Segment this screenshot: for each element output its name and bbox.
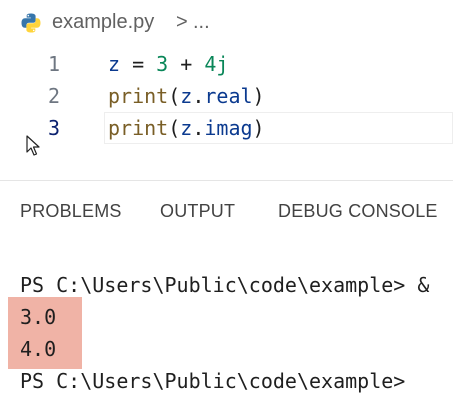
terminal-output-line: 3.0 (20, 305, 57, 329)
terminal-prompt: PS C:\Users\Public\code\example> (20, 369, 406, 393)
breadcrumb-ellipsis[interactable]: ... (193, 11, 210, 34)
tab-problems[interactable]: PROBLEMS (20, 201, 122, 222)
panel-tab-bar: PROBLEMS OUTPUT DEBUG CONSOLE (0, 181, 453, 241)
line-code: print(z.imag) (108, 116, 265, 140)
code-line-3[interactable]: 3 print(z.imag) (0, 112, 453, 144)
mouse-cursor-icon (26, 135, 40, 156)
line-code: print(z.real) (108, 84, 265, 108)
breadcrumb-file-name[interactable]: example.py (52, 11, 154, 34)
python-icon (21, 13, 41, 33)
line-code: z = 3 + 4j (108, 52, 229, 76)
terminal-prompt: PS C:\Users\Public\code\example> & (20, 273, 430, 297)
tab-output[interactable]: OUTPUT (160, 201, 235, 222)
line-number: 1 (47, 52, 60, 76)
line-number: 2 (47, 84, 60, 108)
chevron-right-icon: > (176, 11, 188, 33)
terminal-output-line: 4.0 (20, 337, 57, 361)
terminal[interactable]: PS C:\Users\Public\code\example> & 3.0 4… (0, 241, 453, 403)
tab-debug-console[interactable]: DEBUG CONSOLE (278, 201, 438, 222)
code-line-2[interactable]: 2 print(z.real) (0, 80, 453, 112)
code-line-1[interactable]: 1 z = 3 + 4j (0, 48, 453, 80)
code-editor[interactable]: 1 z = 3 + 4j 2 print(z.real) 3 print(z.i… (0, 48, 453, 180)
breadcrumb: example.py > ... (0, 0, 453, 48)
